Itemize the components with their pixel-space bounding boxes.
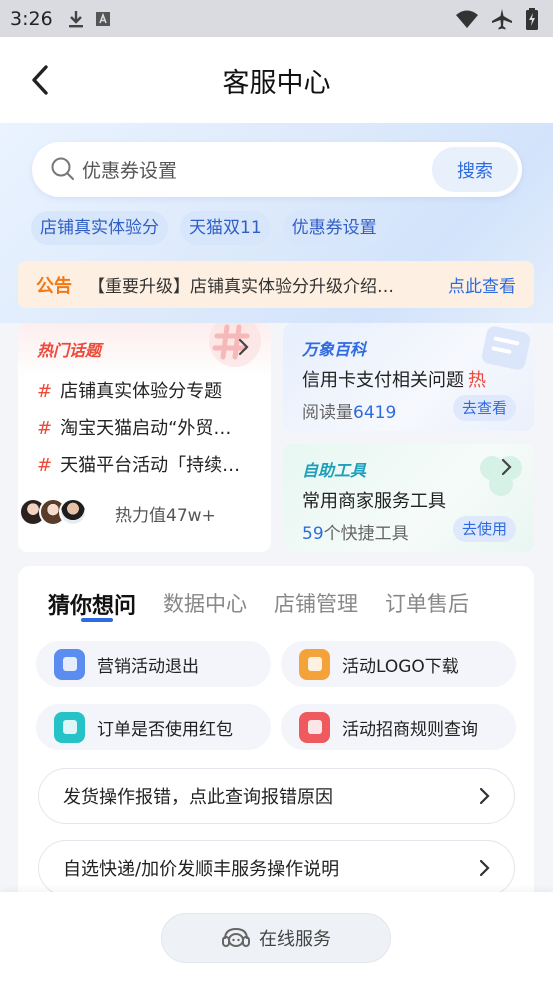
wifi-icon — [456, 10, 478, 28]
notice-bar[interactable]: 公告 【重要升级】店铺真实体验分升级介绍… 点此查看 — [18, 261, 534, 308]
hot-mark: 热 — [468, 370, 486, 391]
notice-tag: 公告 — [36, 275, 72, 297]
chevron-right-icon[interactable] — [499, 457, 513, 477]
hot-topic-label: 淘宝天猫启动“外贸… — [60, 418, 232, 439]
hot-topic-label: 天猫平台活动「持续… — [60, 455, 241, 476]
faq-panel: 猜你想问 数据中心 店铺管理 订单售后 营销活动退出 活动LOGO下载 订单是否… — [18, 566, 534, 926]
hash-mark: # — [37, 418, 53, 439]
quick-question[interactable]: 订单是否使用红包 — [36, 704, 271, 750]
online-service-button[interactable]: 在线服务 — [161, 913, 391, 963]
wiki-meta-label: 阅读量 — [302, 403, 353, 423]
tools-meta-value: 59 — [302, 524, 324, 544]
decorative-hash-icon — [209, 323, 261, 367]
wiki-line-text: 信用卡支付相关问题 — [302, 370, 464, 391]
tools-meta: 59个快捷工具 — [302, 519, 409, 544]
status-time: 3:26 — [10, 7, 53, 30]
bottom-bar: 在线服务 — [0, 892, 553, 984]
tools-meta-label: 个快捷工具 — [323, 524, 409, 544]
tab-data-center[interactable]: 数据中心 — [163, 588, 247, 620]
quick-tag[interactable]: 店铺真实体验分 — [31, 211, 168, 245]
tab-after-sales[interactable]: 订单售后 — [385, 588, 469, 620]
wiki-card[interactable]: 万象百科 信用卡支付相关问题热 阅读量6419 去查看 — [283, 323, 534, 431]
quick-question-label: 活动招商规则查询 — [342, 719, 478, 740]
quick-tag[interactable]: 天猫双11 — [180, 211, 271, 245]
use-button[interactable]: 去使用 — [452, 516, 516, 542]
chevron-right-icon[interactable] — [236, 337, 250, 357]
hash-mark: # — [37, 455, 53, 476]
logo-download-icon — [299, 648, 330, 680]
battery-icon — [526, 7, 538, 30]
wiki-meta: 阅读量6419 — [302, 398, 396, 423]
red-packet-search-icon — [54, 711, 85, 743]
hot-topic-item[interactable]: # 淘宝天猫启动“外贸… — [37, 414, 259, 440]
airplane-icon — [492, 8, 512, 29]
notice-text: 【重要升级】店铺真实体验分升级介绍… — [88, 277, 394, 297]
download-icon — [68, 10, 83, 27]
wiki-line: 信用卡支付相关问题热 — [302, 366, 486, 392]
avatar — [59, 498, 87, 526]
header: 客服中心 — [0, 37, 553, 123]
status-bar: 3:26 — [0, 0, 553, 37]
hash-mark: # — [37, 381, 53, 402]
avatar-group — [19, 498, 87, 526]
tools-card[interactable]: 自助工具 常用商家服务工具 59个快捷工具 去使用 — [283, 444, 534, 552]
quick-tag[interactable]: 优惠券设置 — [282, 211, 386, 245]
customer-service-icon — [222, 927, 250, 947]
view-button[interactable]: 去查看 — [452, 395, 516, 421]
question-label: 发货操作报错，点此查询报错原因 — [63, 787, 333, 808]
chevron-right-icon — [479, 787, 490, 805]
search-input[interactable] — [82, 152, 432, 186]
quick-question-label: 订单是否使用红包 — [97, 719, 233, 740]
keyboard-a-icon — [95, 11, 110, 26]
tab-store-management[interactable]: 店铺管理 — [274, 588, 358, 620]
page-title: 客服中心 — [222, 68, 331, 99]
search-button[interactable]: 搜索 — [432, 147, 518, 192]
online-service-label: 在线服务 — [259, 929, 331, 950]
quick-question[interactable]: 活动LOGO下载 — [281, 641, 516, 687]
question-row[interactable]: 发货操作报错，点此查询报错原因 — [38, 768, 515, 824]
hot-topic-item[interactable]: # 天猫平台活动「持续… — [37, 451, 259, 477]
notice-link[interactable]: 点此查看 — [448, 272, 516, 297]
hot-topic-label: 店铺真实体验分专题 — [60, 381, 223, 402]
hot-topic-item[interactable]: # 店铺真实体验分专题 — [37, 377, 259, 403]
rules-search-icon — [299, 711, 330, 743]
question-row[interactable]: 自选快递/加价发顺丰服务操作说明 — [38, 840, 515, 896]
tab-bar: 猜你想问 数据中心 店铺管理 订单售后 — [48, 588, 469, 620]
chevron-right-icon — [479, 859, 490, 877]
search-icon — [51, 157, 74, 180]
hot-topics-title: 热门话题 — [37, 341, 102, 360]
quick-question[interactable]: 活动招商规则查询 — [281, 704, 516, 750]
wiki-meta-value: 6419 — [353, 403, 397, 423]
marketing-exit-icon — [54, 648, 85, 680]
tools-line: 常用商家服务工具 — [302, 491, 446, 512]
quick-question[interactable]: 营销活动退出 — [36, 641, 271, 687]
tab-indicator — [81, 618, 113, 622]
quick-question-label: 营销活动退出 — [97, 656, 199, 677]
quick-tags: 店铺真实体验分 天猫双11 优惠券设置 — [31, 211, 386, 245]
tab-guess[interactable]: 猜你想问 — [48, 588, 136, 620]
search-box: 搜索 — [32, 142, 522, 197]
heat-value: 热力值47w+ — [115, 506, 216, 526]
question-label: 自选快递/加价发顺丰服务操作说明 — [63, 859, 340, 880]
quick-question-label: 活动LOGO下载 — [342, 656, 459, 677]
tools-title: 自助工具 — [302, 461, 367, 480]
wiki-title: 万象百科 — [302, 340, 367, 359]
